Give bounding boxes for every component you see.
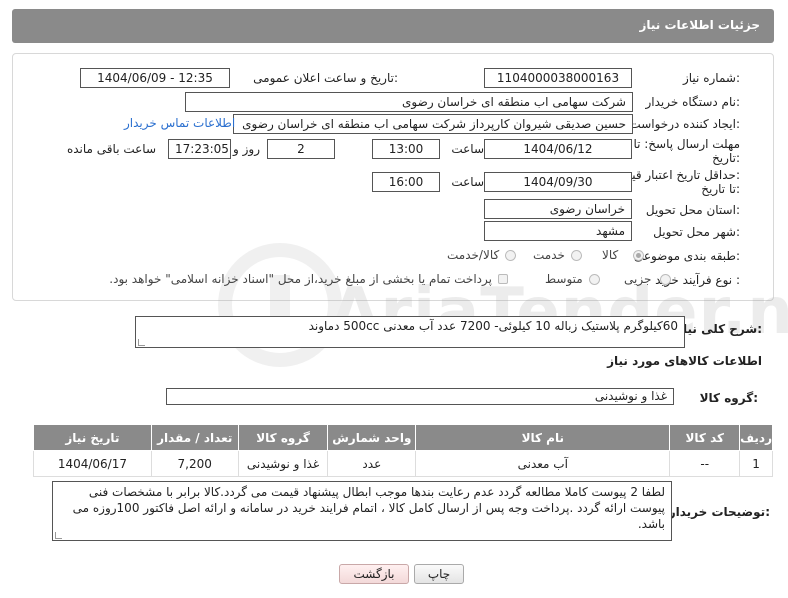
table-header-row: ردیف کد کالا نام کالا واحد شمارش گروه کا…: [33, 424, 773, 451]
buyer-contact-link[interactable]: اطلاعات تماس خریدار: [124, 116, 235, 130]
deadline-time-label: ساعت: [451, 142, 484, 156]
city-field: مشهد: [484, 221, 632, 241]
deadline-time-field: 13:00: [372, 139, 440, 159]
creator-field: حسین صدیقی شیروان کارپرداز شرکت سهامی اب…: [233, 114, 633, 134]
cell-item-name: آب معدنی: [415, 450, 671, 477]
buyer-org-label: نام دستگاه خریدار:: [645, 95, 741, 109]
goods-table: ردیف کد کالا نام کالا واحد شمارش گروه کا…: [33, 424, 773, 477]
need-number-label: شماره نیاز:: [682, 71, 740, 85]
category-service-label: خدمت: [533, 248, 565, 262]
col-item-group: گروه کالا: [237, 424, 329, 451]
summary-label: شرح کلی نیاز:: [676, 322, 762, 336]
remaining-time-label: ساعت باقی مانده: [66, 142, 156, 156]
print-button[interactable]: چاپ: [414, 564, 464, 584]
city-label: شهر محل تحویل:: [653, 225, 740, 239]
validity-date-field: 1404/09/30: [484, 172, 632, 192]
days-remaining-field: 2: [267, 139, 335, 159]
announce-datetime-field: 1404/06/09 - 12:35: [80, 68, 230, 88]
remaining-time-field: 17:23:05: [168, 139, 231, 159]
col-quantity: تعداد / مقدار: [150, 424, 239, 451]
buyer-notes-textbox[interactable]: لطفا 2 پیوست کاملا مطالعه گردد عدم رعایت…: [52, 481, 672, 541]
cell-row-number: 1: [739, 450, 773, 477]
validity-time-field: 16:00: [372, 172, 440, 192]
cell-item-code: --: [669, 450, 741, 477]
col-unit: واحد شمارش: [327, 424, 417, 451]
category-goods-label: کالا: [602, 248, 619, 262]
category-goods-radio[interactable]: [633, 250, 644, 261]
category-label: طبقه بندی موضوعی:: [633, 249, 740, 263]
resize-handle-icon[interactable]: [138, 339, 145, 346]
treasury-payment-note: پرداخت تمام یا بخشی از مبلغ خرید،از محل …: [109, 272, 492, 286]
page-header: جزئیات اطلاعات نیاز: [12, 9, 774, 43]
days-label: روز و: [233, 142, 260, 156]
purchase-minor-radio[interactable]: [660, 274, 671, 285]
deadline-date-field: 1404/06/12: [484, 139, 632, 159]
category-goods-service-radio[interactable]: [505, 250, 516, 261]
buyer-org-field: شرکت سهامی اب منطقه ای خراسان رضوی: [185, 92, 633, 112]
validity-time-label: ساعت: [451, 175, 484, 189]
category-goods-service-label: کالا/خدمت: [447, 248, 500, 262]
deadline-date-label: تاریخ:: [712, 151, 740, 165]
treasury-payment-checkbox[interactable]: [498, 274, 508, 284]
purchase-minor-label: جزیی: [624, 272, 652, 286]
purchase-medium-label: متوسط: [545, 272, 583, 286]
col-need-date: تاریخ نیاز: [33, 424, 152, 451]
summary-text: 60کیلوگرم پلاستیک زباله 10 کیلوئی- 7200 …: [308, 319, 678, 333]
col-row-number: ردیف: [739, 424, 773, 451]
validity-label: حداقل تاریخ اعتبار قیمت:: [613, 168, 740, 182]
buyer-notes-text: لطفا 2 پیوست کاملا مطالعه گردد عدم رعایت…: [72, 485, 665, 531]
creator-label: ایجاد کننده درخواست:: [629, 117, 740, 131]
buyer-notes-label: توضیحات خریدار:: [668, 505, 770, 519]
deadline-label: مهلت ارسال پاسخ: تا: [633, 137, 740, 151]
need-number-field: 1104000038000163: [484, 68, 632, 88]
purchase-medium-radio[interactable]: [589, 274, 600, 285]
resize-handle-icon[interactable]: [55, 532, 62, 539]
goods-section-title: اطلاعات کالاهای مورد نیاز: [607, 354, 762, 368]
cell-quantity: 7,200: [150, 450, 239, 477]
province-label: استان محل تحویل:: [645, 203, 740, 217]
province-field: خراسان رضوی: [484, 199, 632, 219]
page-title: جزئیات اطلاعات نیاز: [639, 18, 760, 32]
table-row[interactable]: 1 -- آب معدنی عدد غذا و نوشیدنی 7,200 14…: [33, 450, 773, 477]
back-button[interactable]: بازگشت: [339, 564, 409, 584]
summary-textbox[interactable]: 60کیلوگرم پلاستیک زباله 10 کیلوئی- 7200 …: [135, 316, 685, 348]
category-service-radio[interactable]: [571, 250, 582, 261]
goods-group-label: گروه کالا:: [699, 391, 758, 405]
goods-group-field: غذا و نوشیدنی: [166, 388, 674, 405]
validity-date-label: تا تاریخ:: [701, 182, 740, 196]
col-item-name: نام کالا: [415, 424, 671, 451]
col-item-code: کد کالا: [669, 424, 741, 451]
cell-item-group: غذا و نوشیدنی: [237, 450, 329, 477]
announce-label: تاریخ و ساعت اعلان عمومی:: [253, 71, 398, 85]
cell-need-date: 1404/06/17: [33, 450, 152, 477]
cell-unit: عدد: [327, 450, 417, 477]
